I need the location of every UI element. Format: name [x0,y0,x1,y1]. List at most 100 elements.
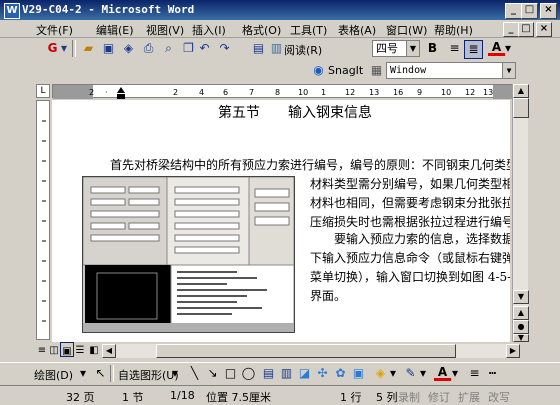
font-color-icon[interactable]: A [434,364,451,381]
justify-icon[interactable]: ≣ [464,40,483,59]
oval-icon[interactable]: ◯ [240,365,257,382]
vertical-textbox-icon[interactable]: ▥ [278,365,295,382]
normal-view-icon[interactable]: ≡ [36,342,48,359]
close-button[interactable]: × [540,3,557,19]
doc-restore-button[interactable]: □ [518,22,534,37]
menu-view[interactable]: 视图(V) [146,22,184,38]
svg-text:4: 4 [199,88,204,97]
draw-menu[interactable]: 绘图(D) [34,367,73,383]
menu-window[interactable]: 窗口(W) [386,22,427,38]
scroll-left-button[interactable]: ◀ [102,344,116,358]
rectangle-icon[interactable]: □ [222,365,239,382]
outline-view-icon[interactable]: ☰ [74,342,86,359]
svg-text:13: 13 [483,88,493,97]
svg-text:10: 10 [441,88,451,97]
maximize-button[interactable]: □ [521,3,538,19]
chevron-down-icon[interactable]: ▼ [406,41,419,56]
menu-insert[interactable]: 插入(I) [192,22,226,38]
line-icon[interactable]: ╲ [186,365,203,382]
insert-frame-icon[interactable]: ▤ [250,40,267,57]
chevron-down-icon[interactable]: ▾ [450,365,460,382]
font-color-icon[interactable]: A [488,39,505,56]
snagit-icon[interactable]: ◉ [310,62,327,79]
chevron-down-icon[interactable]: ▾ [170,365,180,382]
print-icon[interactable]: ⎙ [140,40,157,57]
svg-text:16: 16 [393,88,403,97]
doc-minimize-button[interactable]: _ [503,22,519,37]
research-icon[interactable]: ⌕ [160,40,177,57]
align-left-icon[interactable]: ≡ [446,40,463,57]
section-heading: 第五节 输入钢束信息 [218,105,372,121]
permission-icon[interactable]: ◈ [120,40,137,57]
menu-tools[interactable]: 工具(T) [290,22,327,38]
read-mode-label[interactable]: 阅读(R) [284,42,322,58]
g-logo-icon[interactable]: G [44,40,61,57]
vertical-ruler-ticks [42,120,46,322]
web-view-icon[interactable]: ◫ [48,342,60,359]
print-view-icon[interactable]: ▣ [60,342,74,357]
picture-icon[interactable]: ▣ [350,365,367,382]
snagit-label[interactable]: SnagIt [328,64,363,77]
menu-file[interactable]: 文件(F) [36,22,73,38]
menu-format[interactable]: 格式(O) [242,22,281,38]
redo-icon[interactable]: ↷ [216,40,233,57]
menu-edit[interactable]: 编辑(E) [96,22,134,38]
svg-text:·: · [105,88,108,97]
scroll-down-button[interactable]: ▼ [513,290,529,304]
status-bar: 32 页 1 节 1/18 位置 7.5厘米 1 行 5 列 录制 修订 扩展 … [0,385,560,404]
previous-page-button[interactable]: ▲ [513,306,529,320]
font-size-combo[interactable]: 四号 ▼ [372,40,420,57]
diagram-icon[interactable]: ✣ [314,365,331,382]
paragraph-line: 菜单切换），输入窗口切换到如图 4-5-1 [310,270,510,284]
select-objects-icon[interactable]: ↖ [92,365,109,382]
chevron-down-icon[interactable]: ▾ [418,365,428,382]
menu-table[interactable]: 表格(A) [338,22,376,38]
read-mode-icon[interactable]: ▥ [268,40,285,57]
svg-text:8: 8 [275,88,280,97]
wordart-icon[interactable]: ◪ [296,365,313,382]
next-page-button[interactable]: ▼ [513,334,529,342]
standard-toolbar: G ▾ ▰ ▣ ◈ ⎙ ⌕ ❐ ↶ ↷ ▤ ▥ 阅读(R) 四号 ▼ B ≡ ≣… [0,38,560,60]
copy-icon[interactable]: ❐ [180,40,197,57]
svg-text:10: 10 [298,88,308,97]
capture-settings-icon[interactable]: ▦ [368,62,385,79]
snagit-toolbar: ◉ SnagIt ▦ Window ▼ [300,60,560,81]
reading-view-icon[interactable]: ◧ [88,342,100,359]
scroll-thumb[interactable] [513,98,529,118]
capture-mode-value: Window [390,65,427,76]
horizontal-scroll-thumb[interactable] [156,344,456,358]
line-style-icon[interactable]: ≡ [466,365,483,382]
horizontal-ruler[interactable]: 2·· 246 78 10112 13169 101213 [52,84,513,99]
scroll-up-button[interactable]: ▲ [513,84,529,98]
chevron-down-icon[interactable]: ▼ [502,63,515,78]
svg-text:2: 2 [173,88,178,97]
paragraph-line: 首先对桥梁结构中的所有预应力索进行编号，编号的原则：不同钢束几何类型、 [110,158,510,172]
textbox-icon[interactable]: ▤ [260,365,277,382]
save-icon[interactable]: ▣ [100,40,117,57]
chevron-down-icon[interactable]: ▾ [60,40,68,57]
svg-text:9: 9 [417,88,422,97]
clipart-icon[interactable]: ✿ [332,365,349,382]
vertical-ruler[interactable] [36,100,50,340]
open-folder-icon[interactable]: ▰ [80,40,97,57]
minimize-button[interactable]: _ [505,3,522,19]
capture-mode-combo[interactable]: Window ▼ [386,62,516,79]
line-color-icon[interactable]: ✎ [402,365,419,382]
fill-color-icon[interactable]: ◈ [372,365,389,382]
chevron-down-icon[interactable]: ▾ [78,365,88,382]
bold-button[interactable]: B [424,40,441,57]
horizontal-scroll-track[interactable] [116,344,506,358]
doc-close-button[interactable]: × [536,22,552,37]
select-browse-object-button[interactable]: ● [513,320,529,334]
vertical-scrollbar[interactable]: ▲ ▼ ▲ ● ▼ [512,84,529,342]
dash-style-icon[interactable]: ┅ [484,365,501,382]
chevron-down-icon[interactable]: ▾ [388,365,398,382]
menu-help[interactable]: 帮助(H) [434,22,473,38]
scroll-right-button[interactable]: ▶ [506,344,520,358]
word-app-icon[interactable]: W [4,3,20,19]
undo-icon[interactable]: ↶ [196,40,213,57]
tab-selector[interactable]: L [36,84,50,98]
arrow-icon[interactable]: ↘ [204,365,221,382]
chevron-down-icon[interactable]: ▾ [504,40,512,57]
document-page[interactable]: 第五节 输入钢束信息 首先对桥梁结构中的所有预应力索进行编号，编号的原则：不同钢… [52,100,510,342]
